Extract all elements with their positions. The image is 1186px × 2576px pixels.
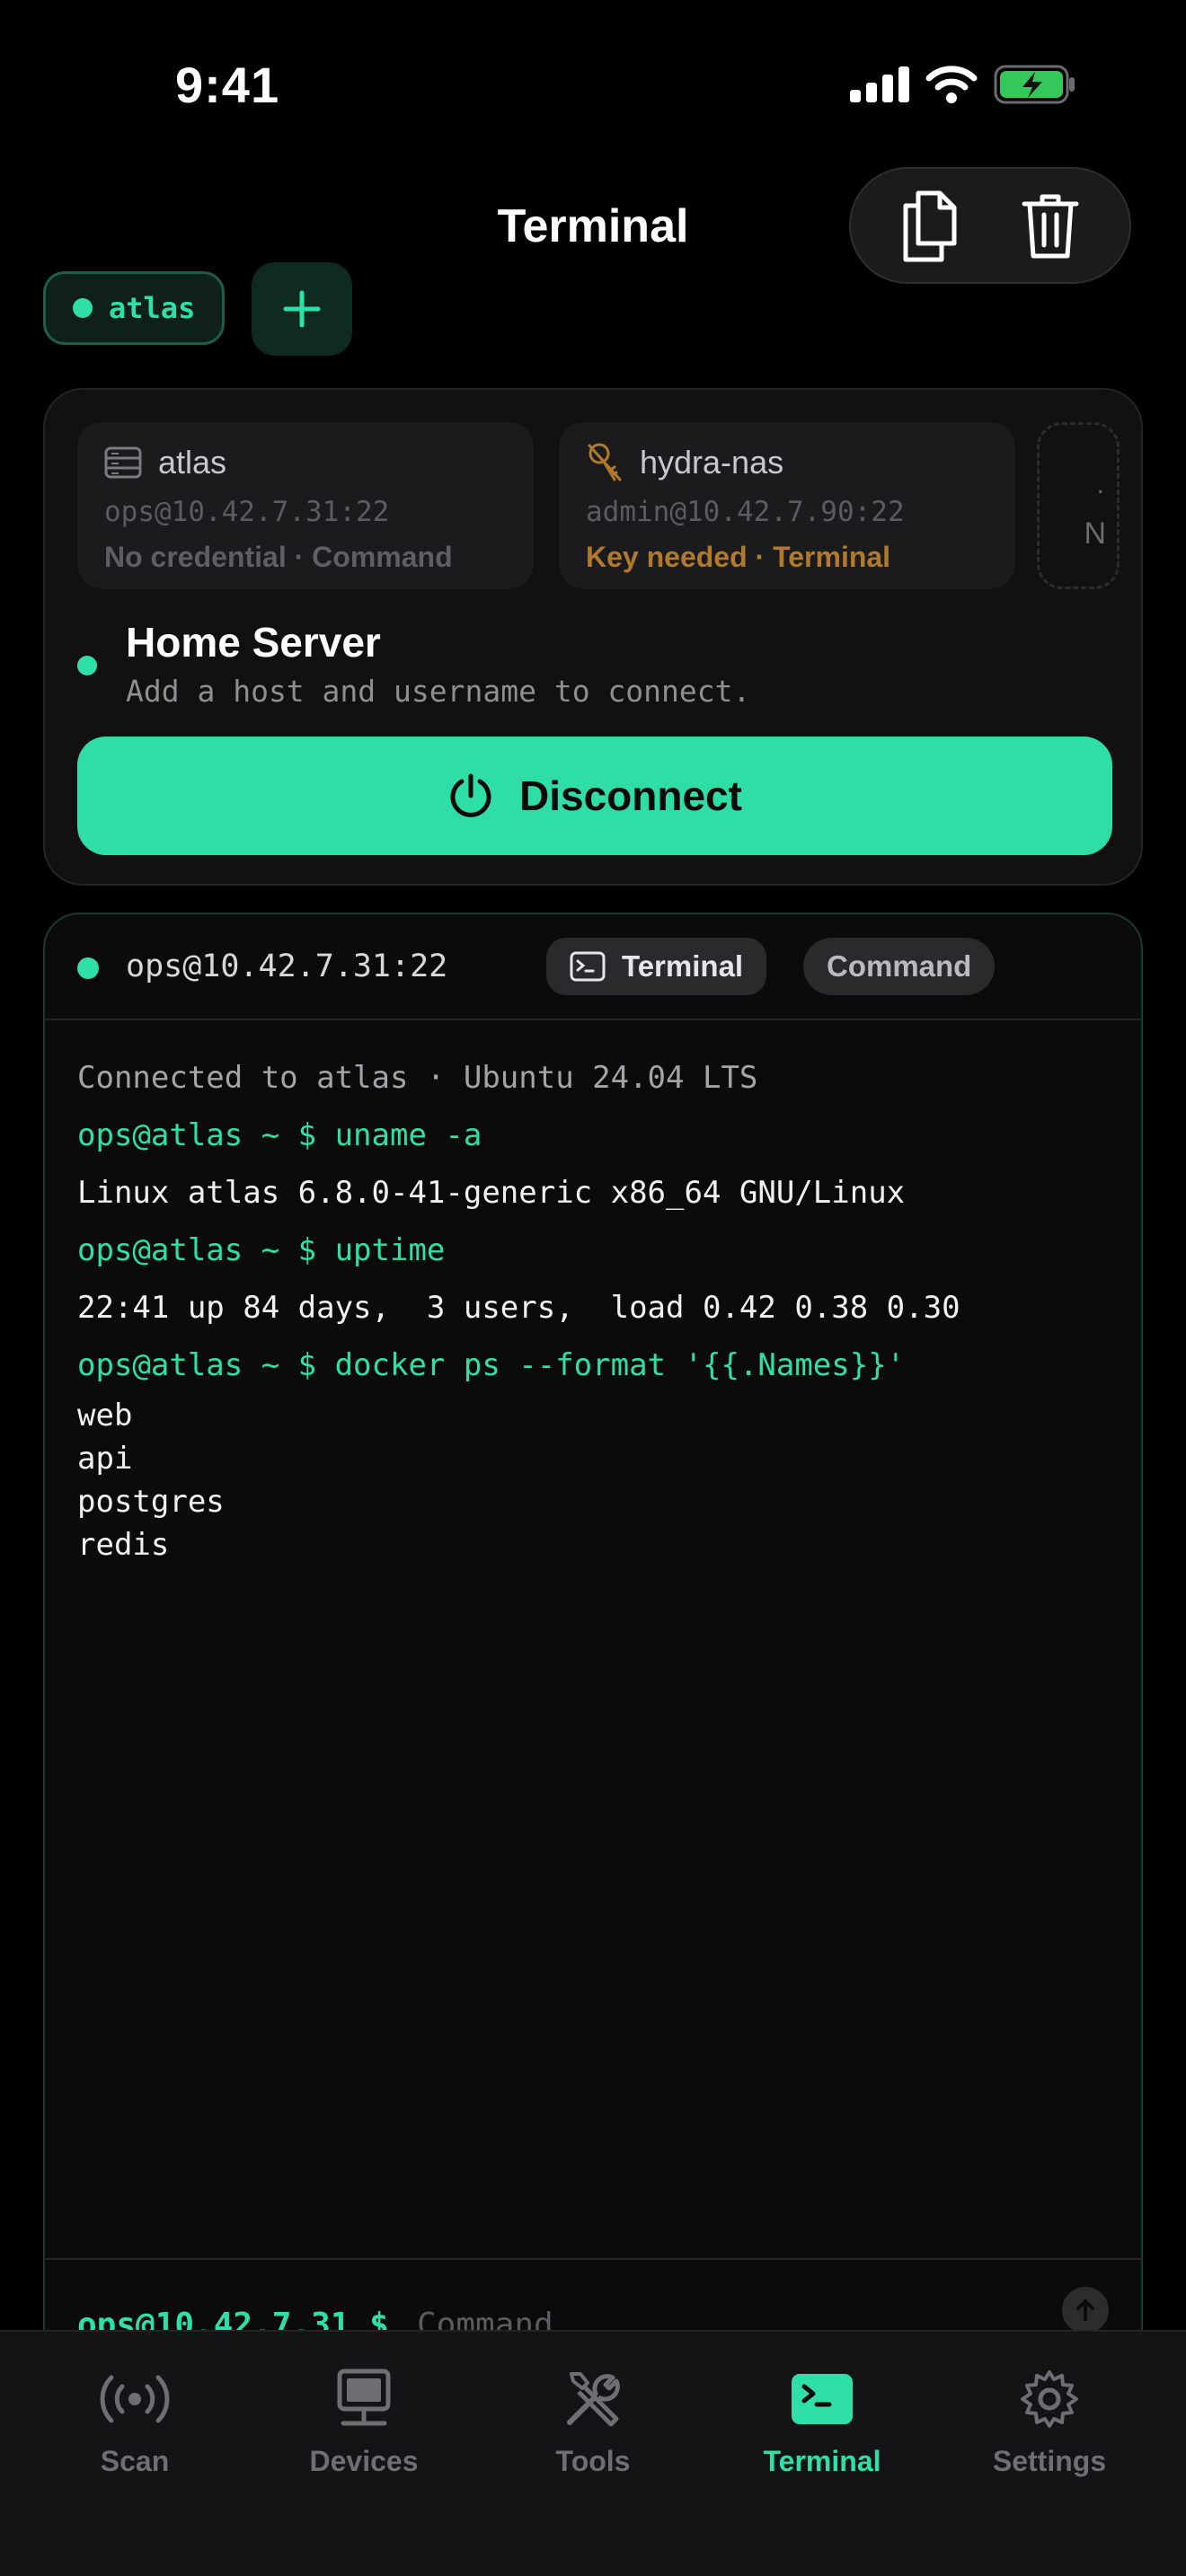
profile-name: Home Server [126, 619, 381, 666]
terminal-line: web [77, 1398, 133, 1434]
profile-status-dot [77, 656, 97, 675]
server-name: atlas [158, 444, 227, 481]
connected-dot [77, 957, 99, 979]
mode-command-label: Command [827, 949, 972, 983]
tab-scan[interactable]: Scan [36, 2359, 234, 2478]
tools-icon [567, 2372, 620, 2427]
tab-devices[interactable]: Devices [265, 2359, 463, 2478]
tab-tools-label: Tools [555, 2445, 631, 2477]
power-icon [450, 773, 491, 817]
mode-terminal-label: Terminal [622, 949, 744, 983]
server-icon [104, 446, 142, 479]
tab-settings-label: Settings [992, 2445, 1107, 2477]
header-actions [849, 167, 1131, 284]
terminal-line: postgres [77, 1484, 225, 1520]
server-address: admin@10.42.7.90:22 [586, 496, 905, 528]
connected-dot [73, 298, 93, 318]
terminal-line: Linux atlas 6.8.0-41-generic x86_64 GNU/… [77, 1175, 906, 1211]
tab-settings[interactable]: Settings [951, 2359, 1148, 2478]
terminal-line: ops@atlas ~ $ docker ps --format '{{.Nam… [77, 1347, 906, 1383]
status-icons [850, 65, 1076, 104]
tab-tools[interactable]: Tools [494, 2359, 692, 2478]
tab-terminal[interactable]: Terminal [723, 2359, 921, 2478]
disconnect-button[interactable]: Disconnect [77, 737, 1112, 855]
terminal-line: Connected to atlas · Ubuntu 24.04 LTS [77, 1060, 758, 1096]
terminal-output: Connected to atlas · Ubuntu 24.04 LTS op… [77, 1049, 1111, 1566]
terminal-small-icon [570, 951, 606, 982]
clear-button[interactable] [1001, 176, 1100, 275]
tab-scan-label: Scan [100, 2445, 170, 2477]
terminal-line: ops@atlas ~ $ uname -a [77, 1117, 482, 1153]
server-card-atlas[interactable]: atlas ops@10.42.7.31:22 No credential · … [77, 422, 534, 589]
wifi-icon [925, 66, 978, 103]
send-command-button[interactable] [1062, 2287, 1109, 2333]
terminal-host: ops@10.42.7.31:22 [126, 948, 448, 984]
tab-devices-label: Devices [309, 2445, 419, 2477]
copy-icon [903, 190, 956, 262]
trash-icon [1022, 194, 1078, 259]
add-server-partial-label: N [1084, 516, 1106, 551]
terminal-output-list: web api postgres redis [77, 1394, 1111, 1566]
mode-command-button[interactable]: Command [803, 938, 996, 995]
tab-bar: Scan Devices Tools Terminal Settings [0, 2330, 1186, 2576]
tab-terminal-label: Terminal [763, 2445, 881, 2477]
connection-panel: atlas ops@10.42.7.31:22 No credential · … [43, 388, 1143, 886]
session-tab-label: atlas [109, 291, 196, 325]
server-card-hydra-nas[interactable]: hydra-nas admin@10.42.7.90:22 Key needed… [559, 422, 1015, 589]
terminal-line: api [77, 1441, 133, 1477]
terminal-icon [792, 2374, 853, 2424]
arrow-up-icon [1076, 2299, 1094, 2321]
cellular-signal-icon [850, 66, 909, 102]
terminal-line: redis [77, 1527, 170, 1563]
add-session-button[interactable] [252, 262, 352, 356]
terminal-panel: ops@10.42.7.31:22 Terminal Command Conne… [43, 913, 1143, 2350]
terminal-line: 22:41 up 84 days, 3 users, load 0.42 0.3… [77, 1290, 960, 1326]
mode-terminal-button[interactable]: Terminal [546, 938, 767, 995]
key-off-icon [588, 443, 622, 481]
battery-charging-icon [994, 65, 1075, 104]
server-address: ops@10.42.7.31:22 [104, 496, 390, 528]
gear-icon [1021, 2370, 1078, 2428]
monitor-icon [337, 2369, 391, 2426]
disconnect-label: Disconnect [519, 772, 742, 819]
profile-hint: Add a host and username to connect. [126, 674, 751, 709]
broadcast-icon [100, 2375, 170, 2423]
server-meta: No credential · Command [104, 541, 453, 573]
server-name: hydra-nas [640, 444, 784, 481]
status-time: 9:41 [175, 57, 280, 113]
terminal-header: ops@10.42.7.31:22 Terminal Command [45, 914, 1141, 1020]
server-meta: Key needed · Terminal [586, 541, 891, 573]
add-server-partial-mark: . [1096, 470, 1104, 499]
session-tab-atlas[interactable]: atlas [43, 271, 226, 345]
plus-icon [283, 290, 321, 328]
terminal-line: ops@atlas ~ $ uptime [77, 1232, 446, 1268]
copy-button[interactable] [881, 176, 980, 275]
add-server-card[interactable]: . N [1037, 422, 1120, 589]
